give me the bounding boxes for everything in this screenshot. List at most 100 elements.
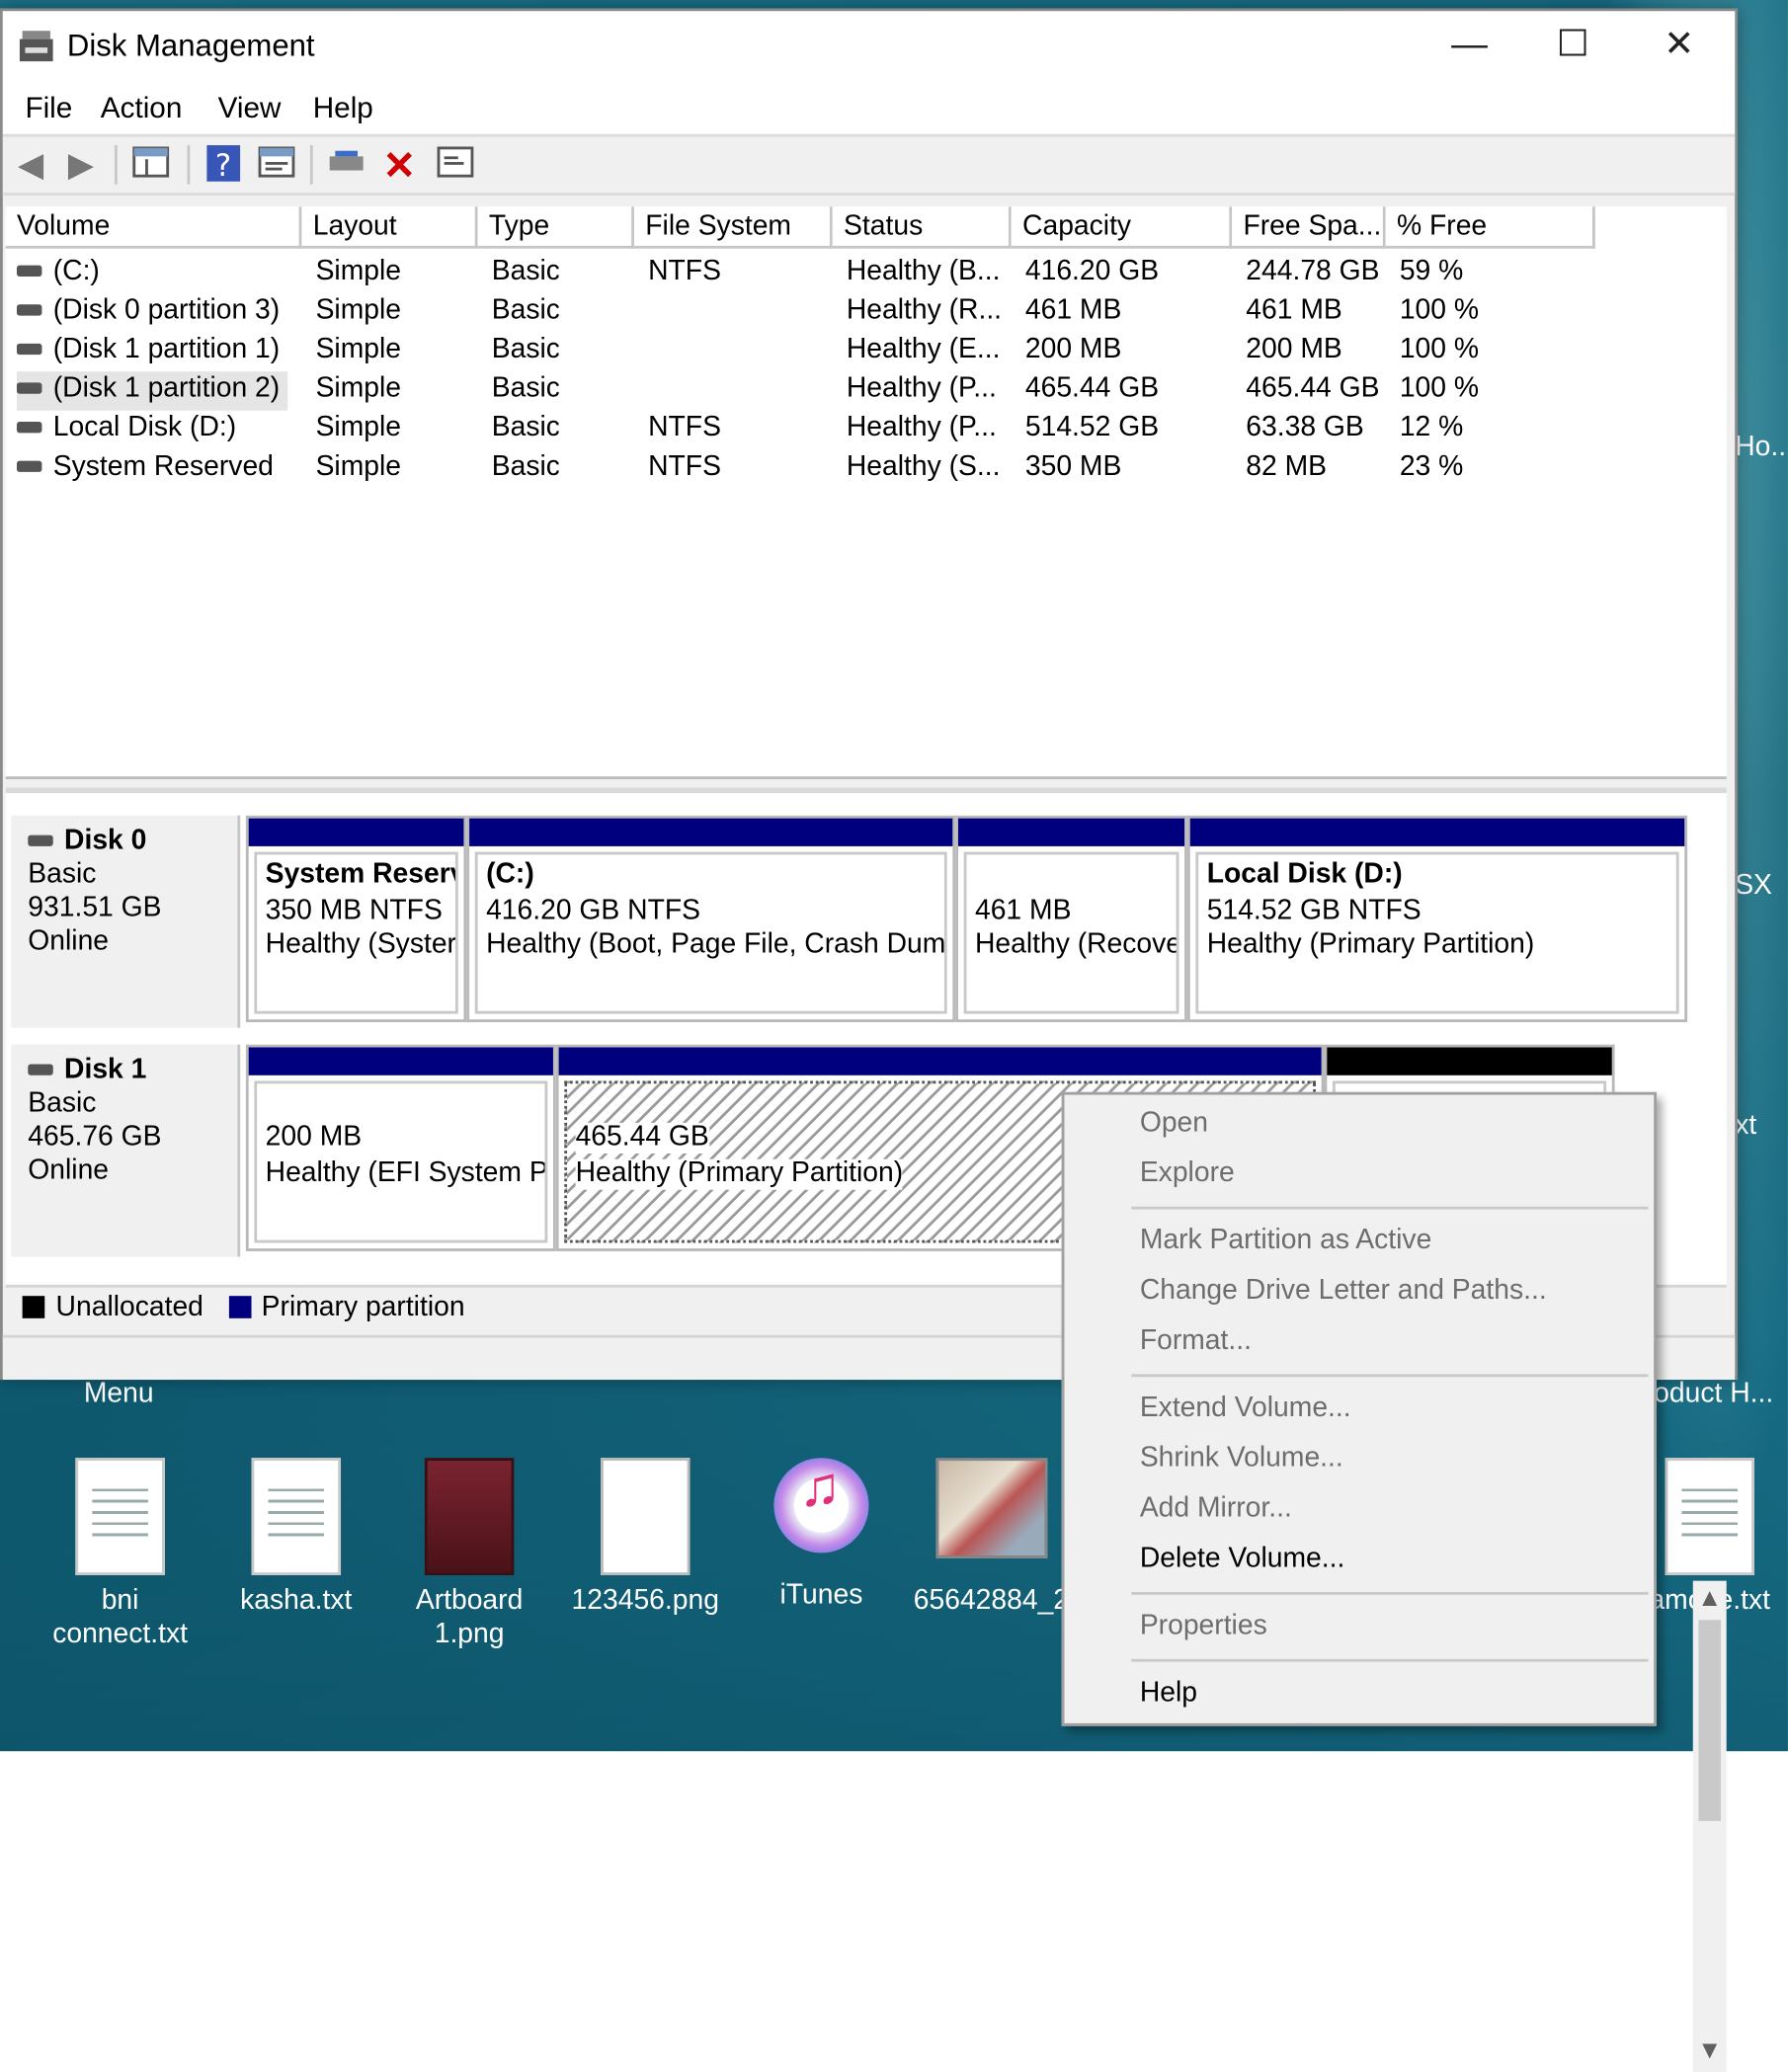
photo-icon xyxy=(935,1458,1048,1559)
back-arrow-icon[interactable]: ◀ xyxy=(11,145,50,185)
help-icon[interactable]: ? xyxy=(203,145,243,185)
cell-type: Basic xyxy=(491,295,560,327)
maximize-button[interactable]: ☐ xyxy=(1519,11,1625,84)
disk-0-label[interactable]: Disk 0 Basic 931.51 GB Online xyxy=(11,815,241,1028)
desktop-partial-label: Menu xyxy=(83,1380,154,1411)
scrollbar-thumb[interactable] xyxy=(1698,1620,1722,1821)
volume-icon xyxy=(16,266,42,278)
table-row[interactable]: System Reserved Simple Basic NTFS Health… xyxy=(6,449,1727,489)
menu-item-delete-volume[interactable]: Delete Volume... xyxy=(1140,1545,1345,1575)
desktop-partial-label: Ho... xyxy=(1735,433,1788,464)
scroll-up-icon[interactable]: ▲ xyxy=(1693,1581,1727,1615)
close-button[interactable]: ✕ xyxy=(1626,11,1732,84)
image-file-icon xyxy=(601,1458,691,1575)
table-row[interactable]: Local Disk (D:) Simple Basic NTFS Health… xyxy=(6,411,1727,450)
column-header-layout[interactable]: Layout xyxy=(301,206,478,249)
volume-icon xyxy=(16,383,42,395)
partition-c[interactable]: (C:) 416.20 GB NTFS Healthy (Boot, Page Fi… xyxy=(466,815,956,1023)
disk-list-icon[interactable] xyxy=(131,145,171,185)
partition-local-disk-d[interactable]: Local Disk (D:) 514.52 GB NTFS Healthy (Pr… xyxy=(1186,815,1688,1023)
cell-file-system: NTFS xyxy=(648,257,721,288)
cell-free-space: 63.38 GB xyxy=(1246,413,1364,444)
partition-title: (C:) xyxy=(486,860,534,892)
delete-icon[interactable]: ✕ xyxy=(380,145,420,185)
disk-state: Online xyxy=(28,1156,110,1187)
menu-item-help[interactable]: Help xyxy=(1140,1679,1197,1710)
minimize-button[interactable]: — xyxy=(1417,11,1522,84)
cell-layout: Simple xyxy=(315,373,402,406)
menu-item-shrink-volume[interactable]: Shrink Volume... xyxy=(1140,1444,1343,1474)
menu-help[interactable]: Help xyxy=(313,92,373,125)
vertical-scrollbar[interactable]: ▲ ▼ xyxy=(1692,1580,1727,2072)
text-file-icon xyxy=(1665,1458,1754,1575)
column-header-file-system[interactable]: File System xyxy=(633,206,833,249)
table-row-selected[interactable]: (Disk 1 partition 2) Simple Basic Health… xyxy=(6,371,1727,411)
title-bar[interactable]: Disk Management — ☐ ✕ xyxy=(2,11,1736,84)
column-header-status[interactable]: Status xyxy=(832,206,1012,249)
desktop-icon-kasha[interactable]: kasha.txt xyxy=(218,1458,374,1620)
cell-free-space: 465.44 GB xyxy=(1246,373,1380,406)
desktop-icon-itunes[interactable]: ♫ iTunes xyxy=(743,1458,899,1614)
desktop-partial-label: xt xyxy=(1735,1111,1757,1143)
cell-layout: Simple xyxy=(315,335,402,366)
partition-size: 416.20 GB NTFS xyxy=(486,895,700,926)
partition-status: Healthy (Recove xyxy=(974,929,1179,961)
desktop-partial-label: oduct H... xyxy=(1654,1380,1774,1411)
desktop-icon-123456[interactable]: 123456.png xyxy=(567,1458,723,1620)
menu-item-format[interactable]: Format... xyxy=(1140,1326,1252,1357)
cell-percent-free: 12 % xyxy=(1399,413,1464,444)
scroll-down-icon[interactable]: ▼ xyxy=(1693,2033,1727,2067)
desktop-icon-label: 65642884_2... xyxy=(913,1586,1093,1618)
menu-view[interactable]: View xyxy=(218,92,282,125)
cell-status: Healthy (S... xyxy=(846,452,1001,484)
disk-icon xyxy=(28,836,53,847)
partition-status: Healthy (Primary Partition) xyxy=(1206,929,1535,961)
menu-item-add-mirror[interactable]: Add Mirror... xyxy=(1140,1494,1292,1525)
column-header-volume[interactable]: Volume xyxy=(5,206,302,249)
menu-item-mark-active[interactable]: Mark Partition as Active xyxy=(1140,1226,1431,1256)
disk-icon xyxy=(28,1065,53,1076)
cell-volume: Local Disk (D:) xyxy=(52,413,237,444)
connect-disk-icon[interactable] xyxy=(327,145,366,185)
cell-capacity: 461 MB xyxy=(1024,295,1122,327)
menu-item-open[interactable]: Open xyxy=(1140,1109,1208,1140)
cell-status: Healthy (E... xyxy=(846,335,1001,366)
partition-system-reserved[interactable]: System Reserv 350 MB NTFS Healthy (Syster xyxy=(245,815,467,1023)
partition-recovery[interactable]: 461 MB Healthy (Recove xyxy=(955,815,1187,1023)
menu-item-extend-volume[interactable]: Extend Volume... xyxy=(1140,1394,1351,1424)
cell-percent-free: 59 % xyxy=(1399,257,1464,288)
check-icon[interactable] xyxy=(436,145,475,185)
partition-status: Healthy (Primary Partition) xyxy=(575,1157,904,1189)
desktop-icon-label: kasha.txt xyxy=(240,1586,353,1618)
desktop-icon-label: iTunes xyxy=(779,1580,863,1612)
menu-item-explore[interactable]: Explore xyxy=(1140,1159,1235,1190)
partition-efi[interactable]: 200 MB Healthy (EFI System Pa xyxy=(245,1044,556,1251)
forward-arrow-icon[interactable]: ▶ xyxy=(61,145,101,185)
table-row[interactable]: (Disk 0 partition 3) Simple Basic Health… xyxy=(6,293,1727,333)
cell-free-space: 461 MB xyxy=(1246,295,1342,327)
disk-name: Disk 0 xyxy=(64,827,147,858)
volume-icon xyxy=(16,344,42,357)
unallocated-swatch xyxy=(22,1297,45,1319)
disk-1-label[interactable]: Disk 1 Basic 465.76 GB Online xyxy=(11,1044,241,1257)
column-header-free-space[interactable]: Free Spa... xyxy=(1232,206,1386,249)
toolbar: ◀ ▶ ? ✕ xyxy=(2,133,1736,196)
desktop-icon-artboard[interactable]: Artboard 1.png xyxy=(391,1458,547,1653)
cell-capacity: 514.52 GB xyxy=(1024,413,1160,444)
menu-file[interactable]: File xyxy=(25,92,72,125)
text-file-icon xyxy=(251,1458,342,1575)
table-row[interactable]: (C:) Simple Basic NTFS Healthy (B... 416… xyxy=(6,254,1727,293)
column-header-capacity[interactable]: Capacity xyxy=(1011,206,1233,249)
partition-title: Local Disk (D:) xyxy=(1206,860,1403,892)
properties-icon[interactable] xyxy=(257,145,296,185)
menu-action[interactable]: Action xyxy=(101,92,183,125)
desktop-icon-bni-connect[interactable]: bni connect.txt xyxy=(41,1458,198,1653)
menu-item-change-drive-letter[interactable]: Change Drive Letter and Paths... xyxy=(1140,1276,1547,1307)
cell-status: Healthy (P... xyxy=(846,373,997,406)
column-header-type[interactable]: Type xyxy=(477,206,634,249)
cell-layout: Simple xyxy=(315,257,402,288)
desktop-icon-photo[interactable]: 65642884_2... xyxy=(913,1458,1093,1620)
column-header-percent-free[interactable]: % Free xyxy=(1385,206,1595,249)
table-row[interactable]: (Disk 1 partition 1) Simple Basic Health… xyxy=(6,333,1727,372)
menu-item-properties[interactable]: Properties xyxy=(1140,1612,1267,1642)
